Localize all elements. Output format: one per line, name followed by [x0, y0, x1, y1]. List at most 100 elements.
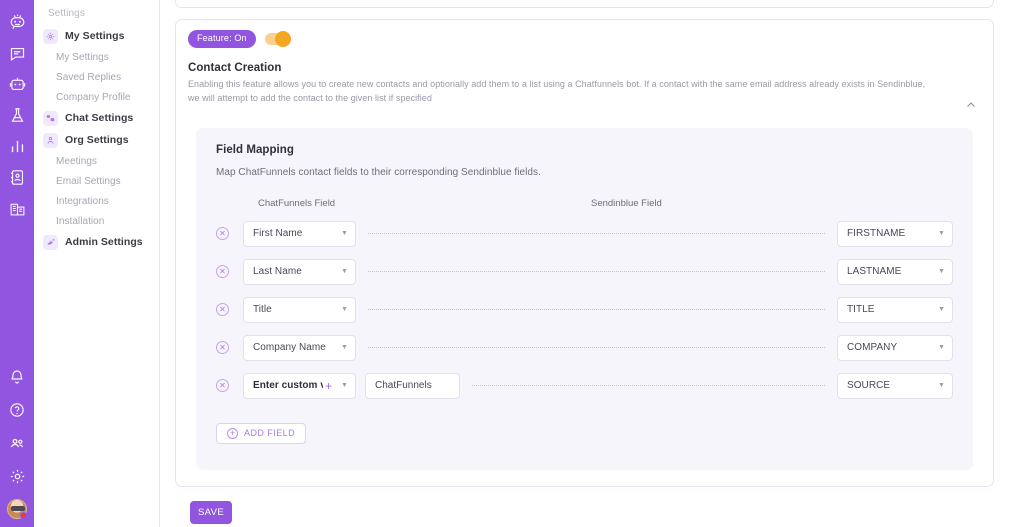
chevron-up-icon[interactable] — [965, 98, 977, 110]
table-row: ✕ Title ▼ TITLE ▼ — [216, 296, 953, 323]
chevron-down-icon: ▼ — [341, 268, 348, 276]
field-mapping-panel: Field Mapping Map ChatFunnels contact fi… — [196, 127, 973, 470]
buildings-icon[interactable] — [7, 198, 27, 218]
rail-top-group — [7, 0, 27, 218]
connector-line — [368, 271, 825, 273]
chevron-down-icon: ▼ — [938, 382, 945, 390]
chevron-down-icon: ▼ — [938, 230, 945, 238]
table-row: ✕ Enter custom value + ▼ SOURCE ▼ — [216, 372, 953, 399]
target-field-select[interactable]: LASTNAME ▼ — [837, 258, 953, 285]
sidebar-item-admin-settings[interactable]: Admin Settings — [34, 231, 159, 253]
field-mapping-title: Field Mapping — [216, 143, 294, 156]
status-dot — [20, 512, 27, 519]
target-field-select[interactable]: COMPANY ▼ — [837, 334, 953, 361]
remove-circle-icon[interactable]: ✕ — [216, 227, 243, 241]
custom-value-label: Enter custom value — [253, 380, 323, 392]
chevron-down-icon: ▼ — [938, 306, 945, 314]
previous-feature-card-partial — [175, 0, 994, 8]
chevron-down-icon: ▼ — [341, 230, 348, 238]
org-icon — [43, 132, 58, 148]
sidebar-item-installation[interactable]: Installation — [34, 211, 159, 231]
target-field-value: COMPANY — [847, 342, 898, 354]
sidebar-item-label: Org Settings — [65, 134, 129, 146]
target-field-value: LASTNAME — [847, 266, 902, 278]
source-field-value: Last Name — [253, 266, 302, 278]
bell-icon[interactable] — [7, 367, 27, 387]
sidebar-title: Settings — [48, 8, 85, 19]
save-button[interactable]: SAVE — [190, 500, 232, 524]
target-field-select[interactable]: FIRSTNAME ▼ — [837, 220, 953, 247]
sidebar-item-my-settings[interactable]: My Settings — [34, 25, 159, 47]
sidebar-item-label: Chat Settings — [65, 112, 134, 124]
bot-icon[interactable] — [7, 74, 27, 94]
connector-line — [368, 309, 825, 311]
chevron-down-icon: ▼ — [938, 268, 945, 276]
sidebar-item-my-settings-sub[interactable]: My Settings — [34, 47, 159, 67]
source-field-select[interactable]: Last Name ▼ — [243, 258, 356, 285]
table-row: ✕ First Name ▼ FIRSTNAME ▼ — [216, 220, 953, 247]
connector-line — [368, 233, 825, 235]
chat-bubble-icon[interactable] — [7, 43, 27, 63]
target-field-select[interactable]: SOURCE ▼ — [837, 372, 953, 399]
help-circle-icon[interactable] — [7, 400, 27, 420]
main-content: Feature: On Contact Creation Enabling th… — [160, 0, 1024, 527]
chevron-down-icon: ▼ — [341, 382, 348, 390]
column-headers: ChatFunnels Field Sendinblue Field — [216, 198, 953, 209]
flask-icon[interactable] — [7, 105, 27, 125]
chevron-down-icon: ▼ — [938, 344, 945, 352]
bar-chart-icon[interactable] — [7, 136, 27, 156]
source-field-value: First Name — [253, 228, 303, 240]
chevron-down-icon: ▼ — [341, 306, 348, 314]
target-field-value: SOURCE — [847, 380, 891, 392]
feature-toggle[interactable] — [264, 31, 291, 47]
sidebar-item-chat-settings[interactable]: Chat Settings — [34, 107, 159, 129]
sidebar-item-org-settings[interactable]: Org Settings — [34, 129, 159, 151]
sidebar-item-integrations[interactable]: Integrations — [34, 191, 159, 211]
sidebar-item-label: My Settings — [65, 30, 125, 42]
source-field-select[interactable]: Company Name ▼ — [243, 334, 356, 361]
sidebar-item-label: Admin Settings — [65, 236, 143, 248]
remove-circle-icon[interactable]: ✕ — [216, 303, 243, 317]
add-field-button[interactable]: + ADD FIELD — [216, 422, 307, 444]
people-icon[interactable] — [7, 433, 27, 453]
target-field-value: FIRSTNAME — [847, 228, 906, 240]
source-field-select[interactable]: Title ▼ — [243, 296, 356, 323]
chevron-down-icon: ▼ — [341, 344, 348, 352]
target-field-value: TITLE — [847, 304, 875, 316]
sidebar-item-meetings[interactable]: Meetings — [34, 151, 159, 171]
add-field-label: ADD FIELD — [244, 428, 296, 439]
primary-nav-rail — [0, 0, 34, 527]
sidebar-item-saved-replies[interactable]: Saved Replies — [34, 67, 159, 87]
user-avatar[interactable] — [7, 499, 27, 519]
toggle-knob — [274, 31, 291, 47]
remove-circle-icon[interactable]: ✕ — [216, 379, 243, 393]
source-field-value: Title — [253, 304, 272, 316]
main-scroll-area: Feature: On Contact Creation Enabling th… — [160, 0, 1024, 524]
table-row: ✕ Company Name ▼ COMPANY ▼ — [216, 334, 953, 361]
admin-icon — [43, 234, 58, 250]
table-row: ✕ Last Name ▼ LASTNAME ▼ — [216, 258, 953, 285]
feature-description: Enabling this feature allows you to crea… — [188, 79, 926, 103]
robot-logo-icon[interactable] — [7, 12, 27, 32]
sidebar-item-company-profile[interactable]: Company Profile — [34, 87, 159, 107]
column-header-target: Sendinblue Field — [591, 197, 662, 209]
app-root: Settings My Settings My Settings Saved R… — [0, 0, 1024, 527]
target-field-select[interactable]: TITLE ▼ — [837, 296, 953, 323]
plus-circle-icon: + — [227, 427, 238, 439]
remove-circle-icon[interactable]: ✕ — [216, 341, 243, 355]
sidebar-item-email-settings[interactable]: Email Settings — [34, 171, 159, 191]
page-title: Contact Creation — [188, 62, 282, 74]
remove-circle-icon[interactable]: ✕ — [216, 265, 243, 279]
gear-icon — [43, 28, 58, 44]
contact-card-icon[interactable] — [7, 167, 27, 187]
source-field-select[interactable]: First Name ▼ — [243, 220, 356, 247]
settings-sidebar: Settings My Settings My Settings Saved R… — [34, 0, 160, 527]
field-mapping-description: Map ChatFunnels contact fields to their … — [216, 166, 541, 178]
gear-icon[interactable] — [7, 466, 27, 486]
chat-settings-icon — [43, 110, 58, 126]
custom-value-select[interactable]: Enter custom value + ▼ — [243, 372, 356, 399]
connector-line — [472, 385, 825, 387]
connector-line — [368, 347, 825, 349]
source-field-value: Company Name — [253, 342, 326, 354]
custom-value-input[interactable] — [365, 372, 460, 399]
